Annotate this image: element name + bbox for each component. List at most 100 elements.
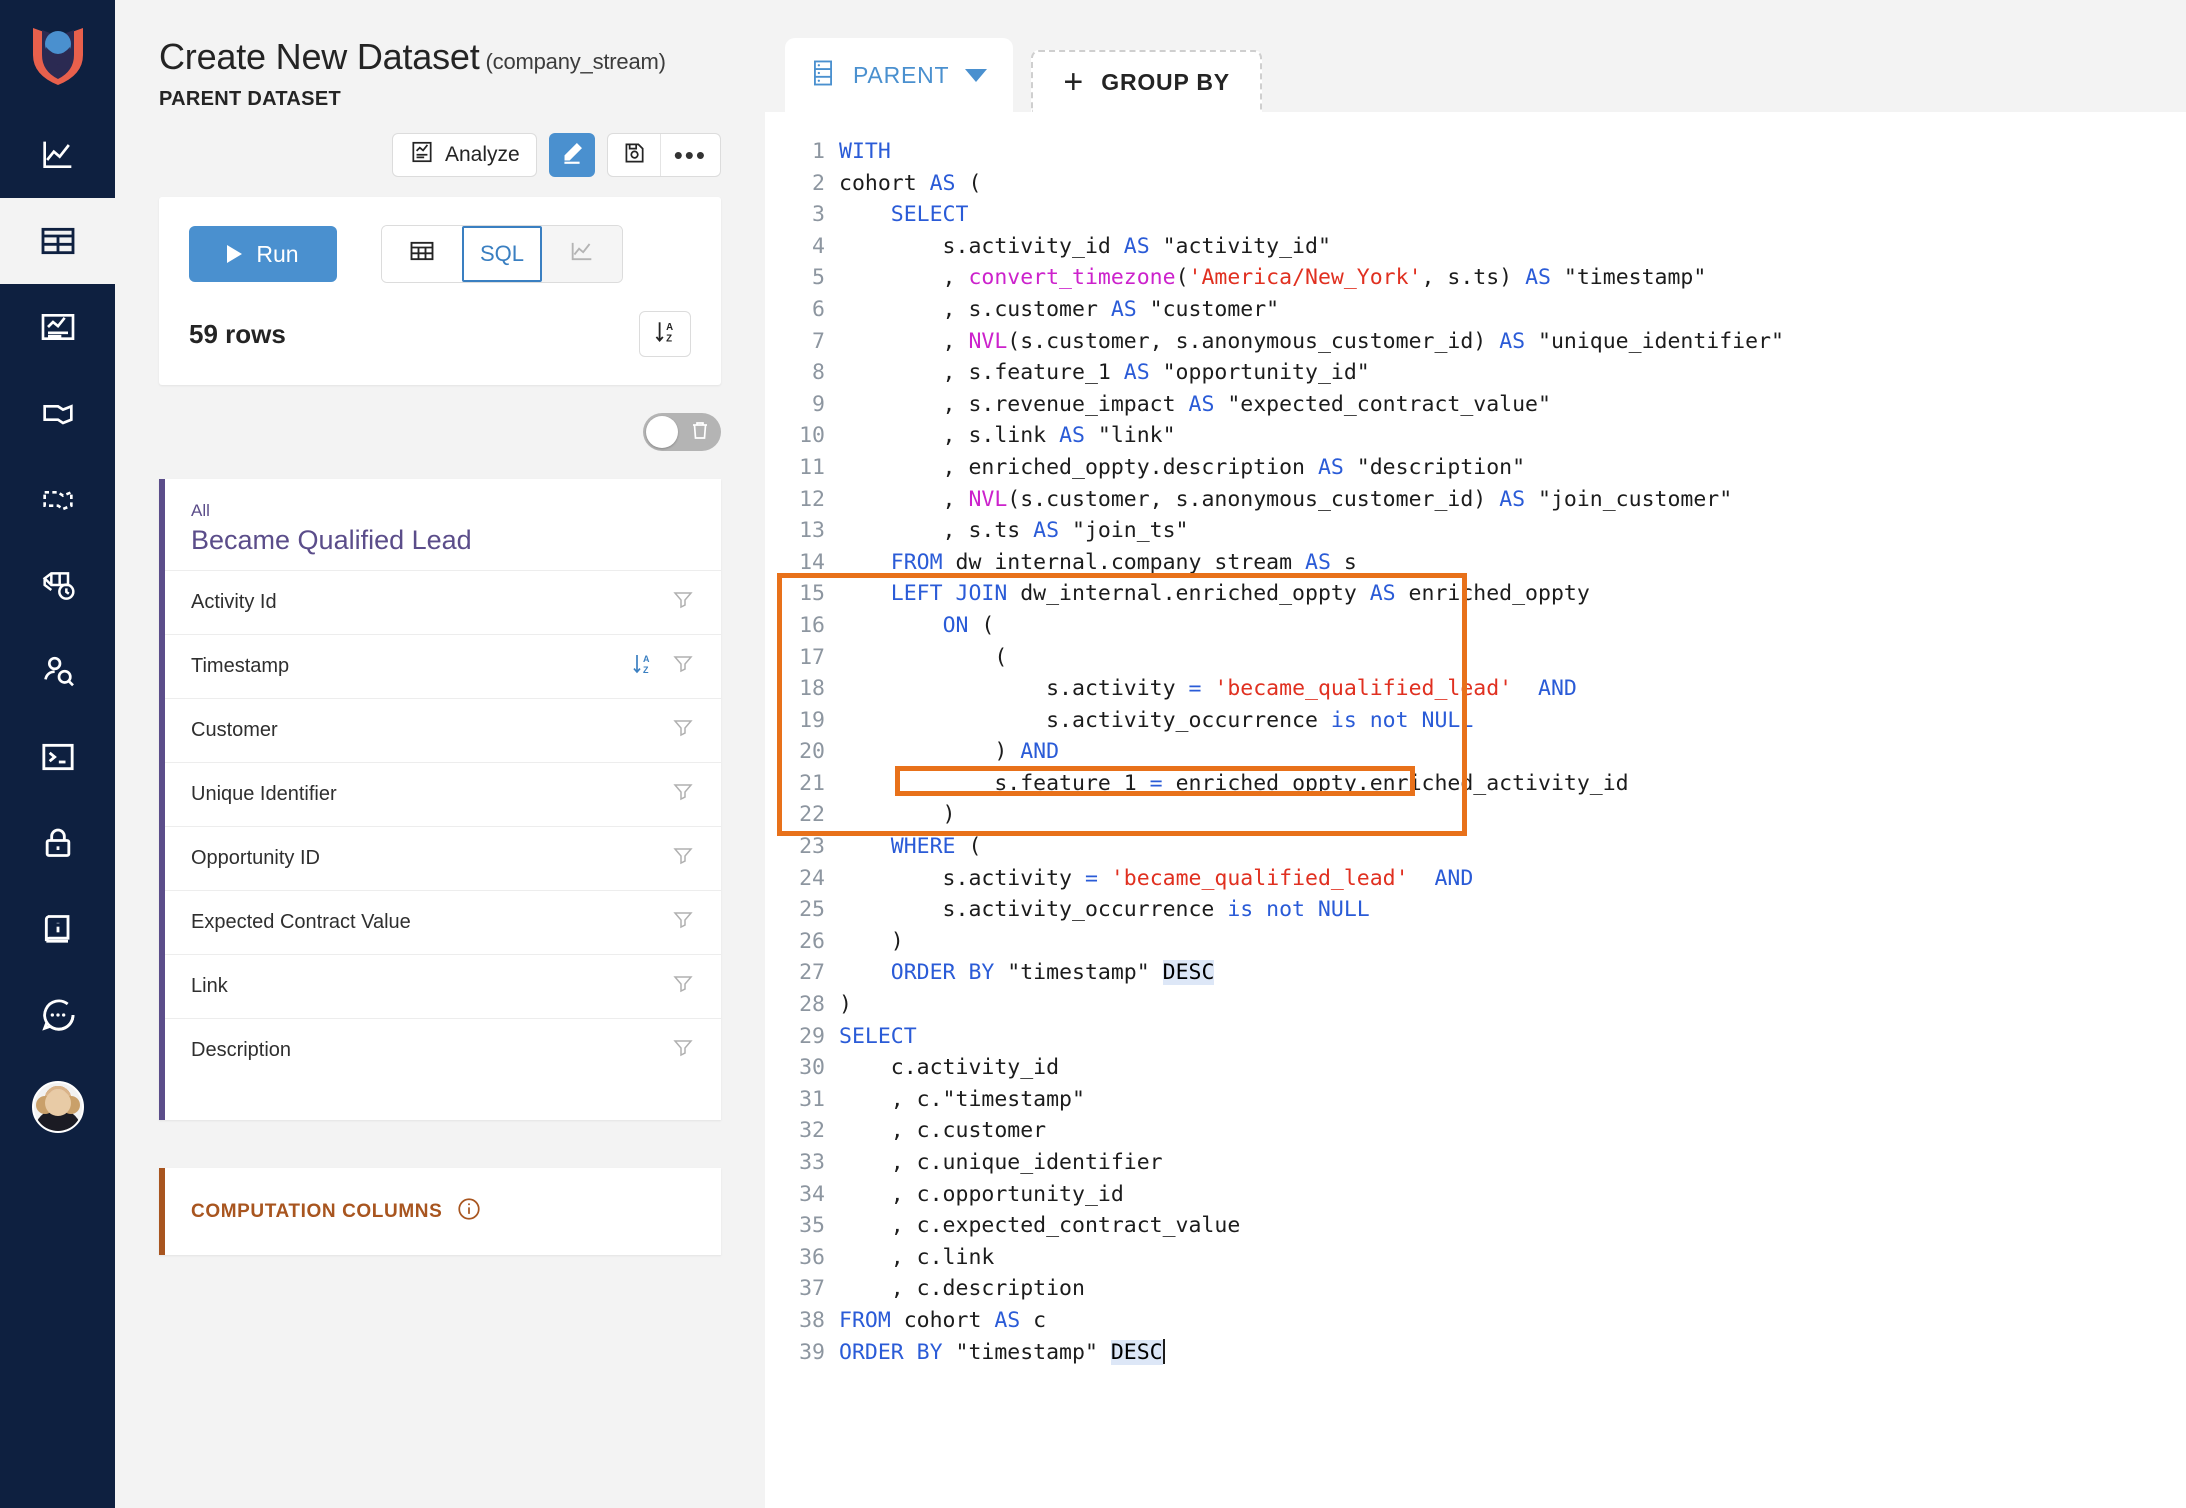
sort-az-icon[interactable]: A Z xyxy=(631,651,655,682)
view-mode-table[interactable] xyxy=(382,226,462,282)
code-line[interactable]: 37 , c.description xyxy=(765,1273,2186,1305)
code-line[interactable]: 27 ORDER BY "timestamp" DESC xyxy=(765,957,2186,989)
code-line[interactable]: 33 , c.unique_identifier xyxy=(765,1147,2186,1179)
token-src: s.activity xyxy=(839,676,1189,702)
filter-icon[interactable] xyxy=(671,844,695,873)
user-avatar[interactable] xyxy=(0,1058,115,1156)
code-line[interactable]: 5 , convert_timezone('America/New_York',… xyxy=(765,262,2186,294)
code-line[interactable]: 39 ORDER BY "timestamp" DESC xyxy=(765,1337,2186,1369)
token-src: , enriched_oppty.description xyxy=(839,454,1318,480)
code-text: , s.ts AS "join_ts" xyxy=(839,515,1189,547)
code-line[interactable]: 19 s.activity_occurrence is not NULL xyxy=(765,705,2186,737)
analyze-button-label: Analyze xyxy=(444,143,520,166)
sql-code-surface[interactable]: 1 WITH 2 cohort AS (3 SELECT 4 s.activity_id… xyxy=(765,112,2186,1508)
filter-icon[interactable] xyxy=(671,588,695,617)
code-line[interactable]: 26 ) xyxy=(765,926,2186,958)
code-line[interactable]: 18 s.activity = 'became_qualified_lead' … xyxy=(765,673,2186,705)
token-src: s.activity_id xyxy=(839,233,1124,259)
column-row-description[interactable]: Description xyxy=(165,1018,721,1082)
code-line[interactable]: 22 ) xyxy=(765,799,2186,831)
code-line[interactable]: 30 c.activity_id xyxy=(765,1052,2186,1084)
code-line[interactable]: 17 ( xyxy=(765,642,2186,674)
code-text: s.activity_id AS "activity_id" xyxy=(839,231,1331,263)
sidebar-item-datasets[interactable] xyxy=(0,198,115,284)
code-line[interactable]: 25 s.activity_occurrence is not NULL xyxy=(765,894,2186,926)
code-line[interactable]: 9 , s.revenue_impact AS "expected_contra… xyxy=(765,389,2186,421)
code-line[interactable]: 23 WHERE ( xyxy=(765,831,2186,863)
filter-icon[interactable] xyxy=(671,908,695,937)
analyze-button[interactable]: Analyze xyxy=(391,133,537,177)
column-row-unique-identifier[interactable]: Unique Identifier xyxy=(165,762,721,826)
code-line[interactable]: 36 , c.link xyxy=(765,1242,2186,1274)
column-row-timestamp[interactable]: Timestamp A Z xyxy=(165,634,721,698)
sidebar-item-metrics[interactable] xyxy=(0,112,115,198)
code-line[interactable]: 14 FROM dw_internal.company_stream AS s xyxy=(765,547,2186,579)
code-line[interactable]: 2 cohort AS ( xyxy=(765,168,2186,200)
column-row-customer[interactable]: Customer xyxy=(165,698,721,762)
code-line[interactable]: 21 s.feature_1 = enriched_oppty.enriched… xyxy=(765,768,2186,800)
chevron-down-icon[interactable] xyxy=(965,68,988,82)
app-logo[interactable] xyxy=(0,0,115,112)
sidebar-item-permissions[interactable] xyxy=(0,800,115,886)
column-label: Customer xyxy=(191,719,278,741)
filter-icon[interactable] xyxy=(671,652,695,681)
sort-az-icon: A Z xyxy=(652,318,678,351)
code-line[interactable]: 31 , c."timestamp" xyxy=(765,1084,2186,1116)
computation-columns-card[interactable]: COMPUTATION COLUMNS xyxy=(159,1168,721,1255)
sql-code[interactable]: 1 WITH 2 cohort AS (3 SELECT 4 s.activity_id… xyxy=(765,112,2186,1368)
tab-add-group-by[interactable]: + GROUP BY xyxy=(1031,50,1262,112)
sidebar-item-dashboards[interactable] xyxy=(0,284,115,370)
sort-rows-button[interactable]: A Z xyxy=(639,311,691,357)
sidebar-item-support-chat[interactable] xyxy=(0,972,115,1058)
code-line[interactable]: 13 , s.ts AS "join_ts" xyxy=(765,515,2186,547)
info-circle-icon[interactable] xyxy=(456,1196,482,1227)
save-button[interactable] xyxy=(608,134,660,176)
code-line[interactable]: 38 FROM cohort AS c xyxy=(765,1305,2186,1337)
view-mode-sql[interactable]: SQL xyxy=(462,226,542,282)
filter-icon[interactable] xyxy=(671,780,695,809)
sidebar-item-sketch[interactable] xyxy=(0,456,115,542)
code-line[interactable]: 4 s.activity_id AS "activity_id" xyxy=(765,231,2186,263)
token-kw: ORDER BY xyxy=(839,1339,943,1365)
edit-button[interactable] xyxy=(548,133,595,177)
code-line[interactable]: 32 , c.customer xyxy=(765,1115,2186,1147)
sidebar-item-terminal[interactable] xyxy=(0,714,115,800)
sidebar-item-activity-stream[interactable] xyxy=(0,542,115,628)
column-row-opportunity-id[interactable]: Opportunity ID xyxy=(165,826,721,890)
code-line[interactable]: 35 , c.expected_contract_value xyxy=(765,1210,2186,1242)
column-row-expected-contract-value[interactable]: Expected Contract Value xyxy=(165,890,721,954)
column-row-link[interactable]: Link xyxy=(165,954,721,1018)
filter-icon[interactable] xyxy=(671,716,695,745)
code-line[interactable]: 29 SELECT xyxy=(765,1021,2186,1053)
code-line[interactable]: 16 ON ( xyxy=(765,610,2186,642)
code-line[interactable]: 28) xyxy=(765,989,2186,1021)
column-row-activity-id[interactable]: Activity Id xyxy=(165,570,721,634)
code-line[interactable]: 10 , s.link AS "link" xyxy=(765,420,2186,452)
code-line[interactable]: 8 , s.feature_1 AS "opportunity_id" xyxy=(765,357,2186,389)
token-src xyxy=(1201,676,1214,701)
code-line[interactable]: 12 , NVL(s.customer, s.anonymous_custome… xyxy=(765,484,2186,516)
code-line[interactable]: 1 WITH xyxy=(765,136,2186,168)
line-number: 24 xyxy=(799,865,825,891)
token-src: c.activity_id xyxy=(839,1055,1060,1081)
code-line[interactable]: 34 , c.opportunity_id xyxy=(765,1179,2186,1211)
sidebar-item-customer-journey[interactable] xyxy=(0,628,115,714)
delete-toggle[interactable] xyxy=(643,413,721,451)
table-grid-icon xyxy=(38,221,78,261)
sidebar-item-narratives[interactable] xyxy=(0,370,115,456)
filter-icon[interactable] xyxy=(671,972,695,1001)
code-line[interactable]: 11 , enriched_oppty.description AS "desc… xyxy=(765,452,2186,484)
sidebar-item-documentation[interactable] xyxy=(0,886,115,972)
tab-parent[interactable]: PARENT xyxy=(785,38,1014,112)
code-line[interactable]: 20 ) AND xyxy=(765,736,2186,768)
code-line[interactable]: 15 LEFT JOIN dw_internal.enriched_oppty … xyxy=(765,578,2186,610)
code-line[interactable]: 24 s.activity = 'became_qualified_lead' … xyxy=(765,863,2186,895)
code-line[interactable]: 6 , s.customer AS "customer" xyxy=(765,294,2186,326)
filter-icon[interactable] xyxy=(671,1036,695,1065)
more-options-button[interactable]: ••• xyxy=(659,134,720,176)
code-line[interactable]: 7 , NVL(s.customer, s.anonymous_customer… xyxy=(765,326,2186,358)
token-src: , s.ts) xyxy=(1421,265,1526,291)
run-button[interactable]: Run xyxy=(189,226,337,282)
view-mode-plot[interactable] xyxy=(542,226,622,282)
code-line[interactable]: 3 SELECT xyxy=(765,199,2186,231)
